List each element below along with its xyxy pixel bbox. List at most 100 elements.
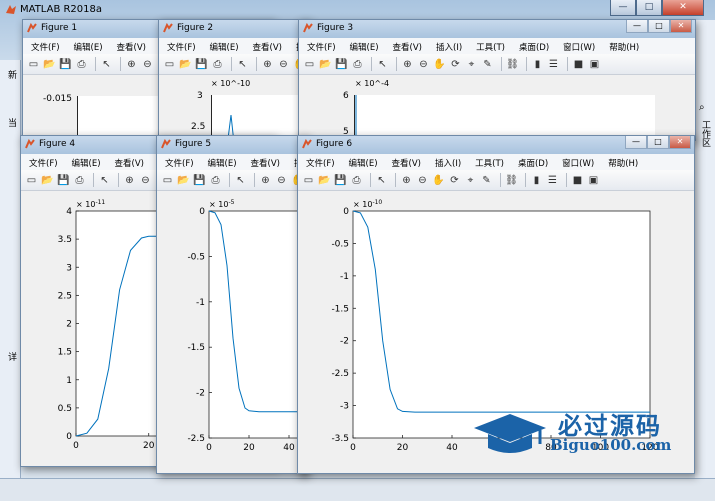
save-icon[interactable]: 💾 — [195, 58, 208, 71]
pan-icon[interactable]: ✋ — [432, 174, 445, 187]
left-tab-details[interactable]: 详 — [8, 350, 17, 363]
menu-window[interactable]: 窗口(W) — [562, 157, 594, 170]
data-cursor-icon[interactable]: ⌖ — [464, 174, 477, 187]
print-icon[interactable]: ⎙ — [351, 58, 364, 71]
show-plot-tools-icon[interactable]: ▣ — [588, 58, 601, 71]
left-tab-new[interactable]: 新 — [8, 68, 17, 81]
open-file-icon[interactable]: 📂 — [179, 58, 192, 71]
zoom-in-icon[interactable]: ⊕ — [401, 58, 414, 71]
menu-view[interactable]: 查看(V) — [115, 157, 144, 170]
menu-file[interactable]: 文件(F) — [306, 157, 335, 170]
close-button[interactable]: ✕ — [662, 0, 704, 16]
menu-edit[interactable]: 编辑(E) — [72, 157, 101, 170]
figure-3-window[interactable]: Figure 3 — □ ✕ 文件(F) 编辑(E) 查看(V) 插入(I) 工… — [298, 19, 696, 141]
menu-view[interactable]: 查看(V) — [393, 41, 422, 54]
search-icon[interactable]: ⌕ — [699, 102, 705, 113]
save-icon[interactable]: 💾 — [59, 58, 72, 71]
maximize-button[interactable]: □ — [647, 136, 669, 149]
new-figure-icon[interactable]: ▭ — [25, 174, 38, 187]
menu-file[interactable]: 文件(F) — [29, 157, 58, 170]
save-icon[interactable]: 💾 — [335, 58, 348, 71]
new-figure-icon[interactable]: ▭ — [27, 58, 40, 71]
pan-icon[interactable]: ✋ — [433, 58, 446, 71]
menu-edit[interactable]: 编辑(E) — [349, 157, 378, 170]
figure-3-title-bar[interactable]: Figure 3 — □ ✕ — [299, 20, 695, 38]
figure-6-title-bar[interactable]: Figure 6 — □ ✕ — [298, 136, 694, 154]
close-button[interactable]: ✕ — [670, 20, 692, 33]
open-file-icon[interactable]: 📂 — [319, 58, 332, 71]
minimize-button[interactable]: — — [626, 20, 648, 33]
new-figure-icon[interactable]: ▭ — [161, 174, 174, 187]
zoom-out-icon[interactable]: ⊖ — [139, 174, 152, 187]
zoom-in-icon[interactable]: ⊕ — [261, 58, 274, 71]
menu-window[interactable]: 窗口(W) — [563, 41, 595, 54]
open-file-icon[interactable]: 📂 — [177, 174, 190, 187]
menu-edit[interactable]: 编辑(E) — [74, 41, 103, 54]
menu-view[interactable]: 查看(V) — [392, 157, 421, 170]
menu-insert[interactable]: 插入(I) — [435, 157, 461, 170]
workspace-tab[interactable]: 工作区 — [699, 120, 712, 147]
zoom-in-icon[interactable]: ⊕ — [259, 174, 272, 187]
figure-5-title-bar[interactable]: Figure 5 — [157, 136, 307, 154]
hide-plot-tools-icon[interactable]: ■ — [571, 174, 584, 187]
menu-file[interactable]: 文件(F) — [31, 41, 60, 54]
open-file-icon[interactable]: 📂 — [41, 174, 54, 187]
zoom-out-icon[interactable]: ⊖ — [417, 58, 430, 71]
figure-2-title-bar[interactable]: Figure 2 — [159, 20, 309, 38]
pointer-icon[interactable]: ↖ — [375, 174, 388, 187]
menu-view[interactable]: 查看(V) — [253, 41, 282, 54]
menu-help[interactable]: 帮助(H) — [608, 157, 638, 170]
maximize-button[interactable]: □ — [636, 0, 662, 16]
close-button[interactable]: ✕ — [669, 136, 691, 149]
pointer-icon[interactable]: ↖ — [376, 58, 389, 71]
print-icon[interactable]: ⎙ — [350, 174, 363, 187]
legend-icon[interactable]: ☰ — [546, 174, 559, 187]
minimize-button[interactable]: — — [625, 136, 647, 149]
minimize-button[interactable]: — — [610, 0, 636, 16]
new-figure-icon[interactable]: ▭ — [302, 174, 315, 187]
print-icon[interactable]: ⎙ — [75, 58, 88, 71]
left-tab-current[interactable]: 当 — [8, 116, 17, 129]
menu-tools[interactable]: 工具(T) — [476, 41, 505, 54]
zoom-out-icon[interactable]: ⊖ — [275, 174, 288, 187]
colorbar-icon[interactable]: ▮ — [530, 174, 543, 187]
menu-file[interactable]: 文件(F) — [167, 41, 196, 54]
maximize-button[interactable]: □ — [648, 20, 670, 33]
data-cursor-icon[interactable]: ⌖ — [465, 58, 478, 71]
brush-icon[interactable]: ✎ — [480, 174, 493, 187]
print-icon[interactable]: ⎙ — [73, 174, 86, 187]
zoom-in-icon[interactable]: ⊕ — [125, 58, 138, 71]
menu-edit[interactable]: 编辑(E) — [350, 41, 379, 54]
rotate-icon[interactable]: ⟳ — [449, 58, 462, 71]
zoom-out-icon[interactable]: ⊖ — [416, 174, 429, 187]
new-figure-icon[interactable]: ▭ — [163, 58, 176, 71]
zoom-in-icon[interactable]: ⊕ — [123, 174, 136, 187]
figure-5-window[interactable]: Figure 5 文件(F) 编辑(E) 查看(V) 插入(I) ▭ 📂 💾 ⎙… — [156, 135, 308, 474]
colorbar-icon[interactable]: ▮ — [531, 58, 544, 71]
zoom-in-icon[interactable]: ⊕ — [400, 174, 413, 187]
save-icon[interactable]: 💾 — [57, 174, 70, 187]
menu-edit[interactable]: 编辑(E) — [210, 41, 239, 54]
menu-desktop[interactable]: 桌面(D) — [519, 41, 549, 54]
menu-help[interactable]: 帮助(H) — [609, 41, 639, 54]
print-icon[interactable]: ⎙ — [209, 174, 222, 187]
legend-icon[interactable]: ☰ — [547, 58, 560, 71]
menu-file[interactable]: 文件(F) — [307, 41, 336, 54]
menu-desktop[interactable]: 桌面(D) — [518, 157, 548, 170]
save-icon[interactable]: 💾 — [193, 174, 206, 187]
rotate-icon[interactable]: ⟳ — [448, 174, 461, 187]
menu-insert[interactable]: 插入(I) — [436, 41, 462, 54]
brush-icon[interactable]: ✎ — [481, 58, 494, 71]
open-file-icon[interactable]: 📂 — [43, 58, 56, 71]
link-plot-icon[interactable]: ⛓ — [506, 58, 519, 71]
figure-2-window[interactable]: Figure 2 文件(F) 编辑(E) 查看(V) 插入(I) ▭ 📂 💾 ⎙… — [158, 19, 310, 141]
zoom-out-icon[interactable]: ⊖ — [141, 58, 154, 71]
menu-view[interactable]: 查看(V) — [251, 157, 280, 170]
pointer-icon[interactable]: ↖ — [236, 58, 249, 71]
pointer-icon[interactable]: ↖ — [100, 58, 113, 71]
menu-file[interactable]: 文件(F) — [165, 157, 194, 170]
hide-plot-tools-icon[interactable]: ■ — [572, 58, 585, 71]
new-figure-icon[interactable]: ▭ — [303, 58, 316, 71]
link-plot-icon[interactable]: ⛓ — [505, 174, 518, 187]
menu-view[interactable]: 查看(V) — [117, 41, 146, 54]
